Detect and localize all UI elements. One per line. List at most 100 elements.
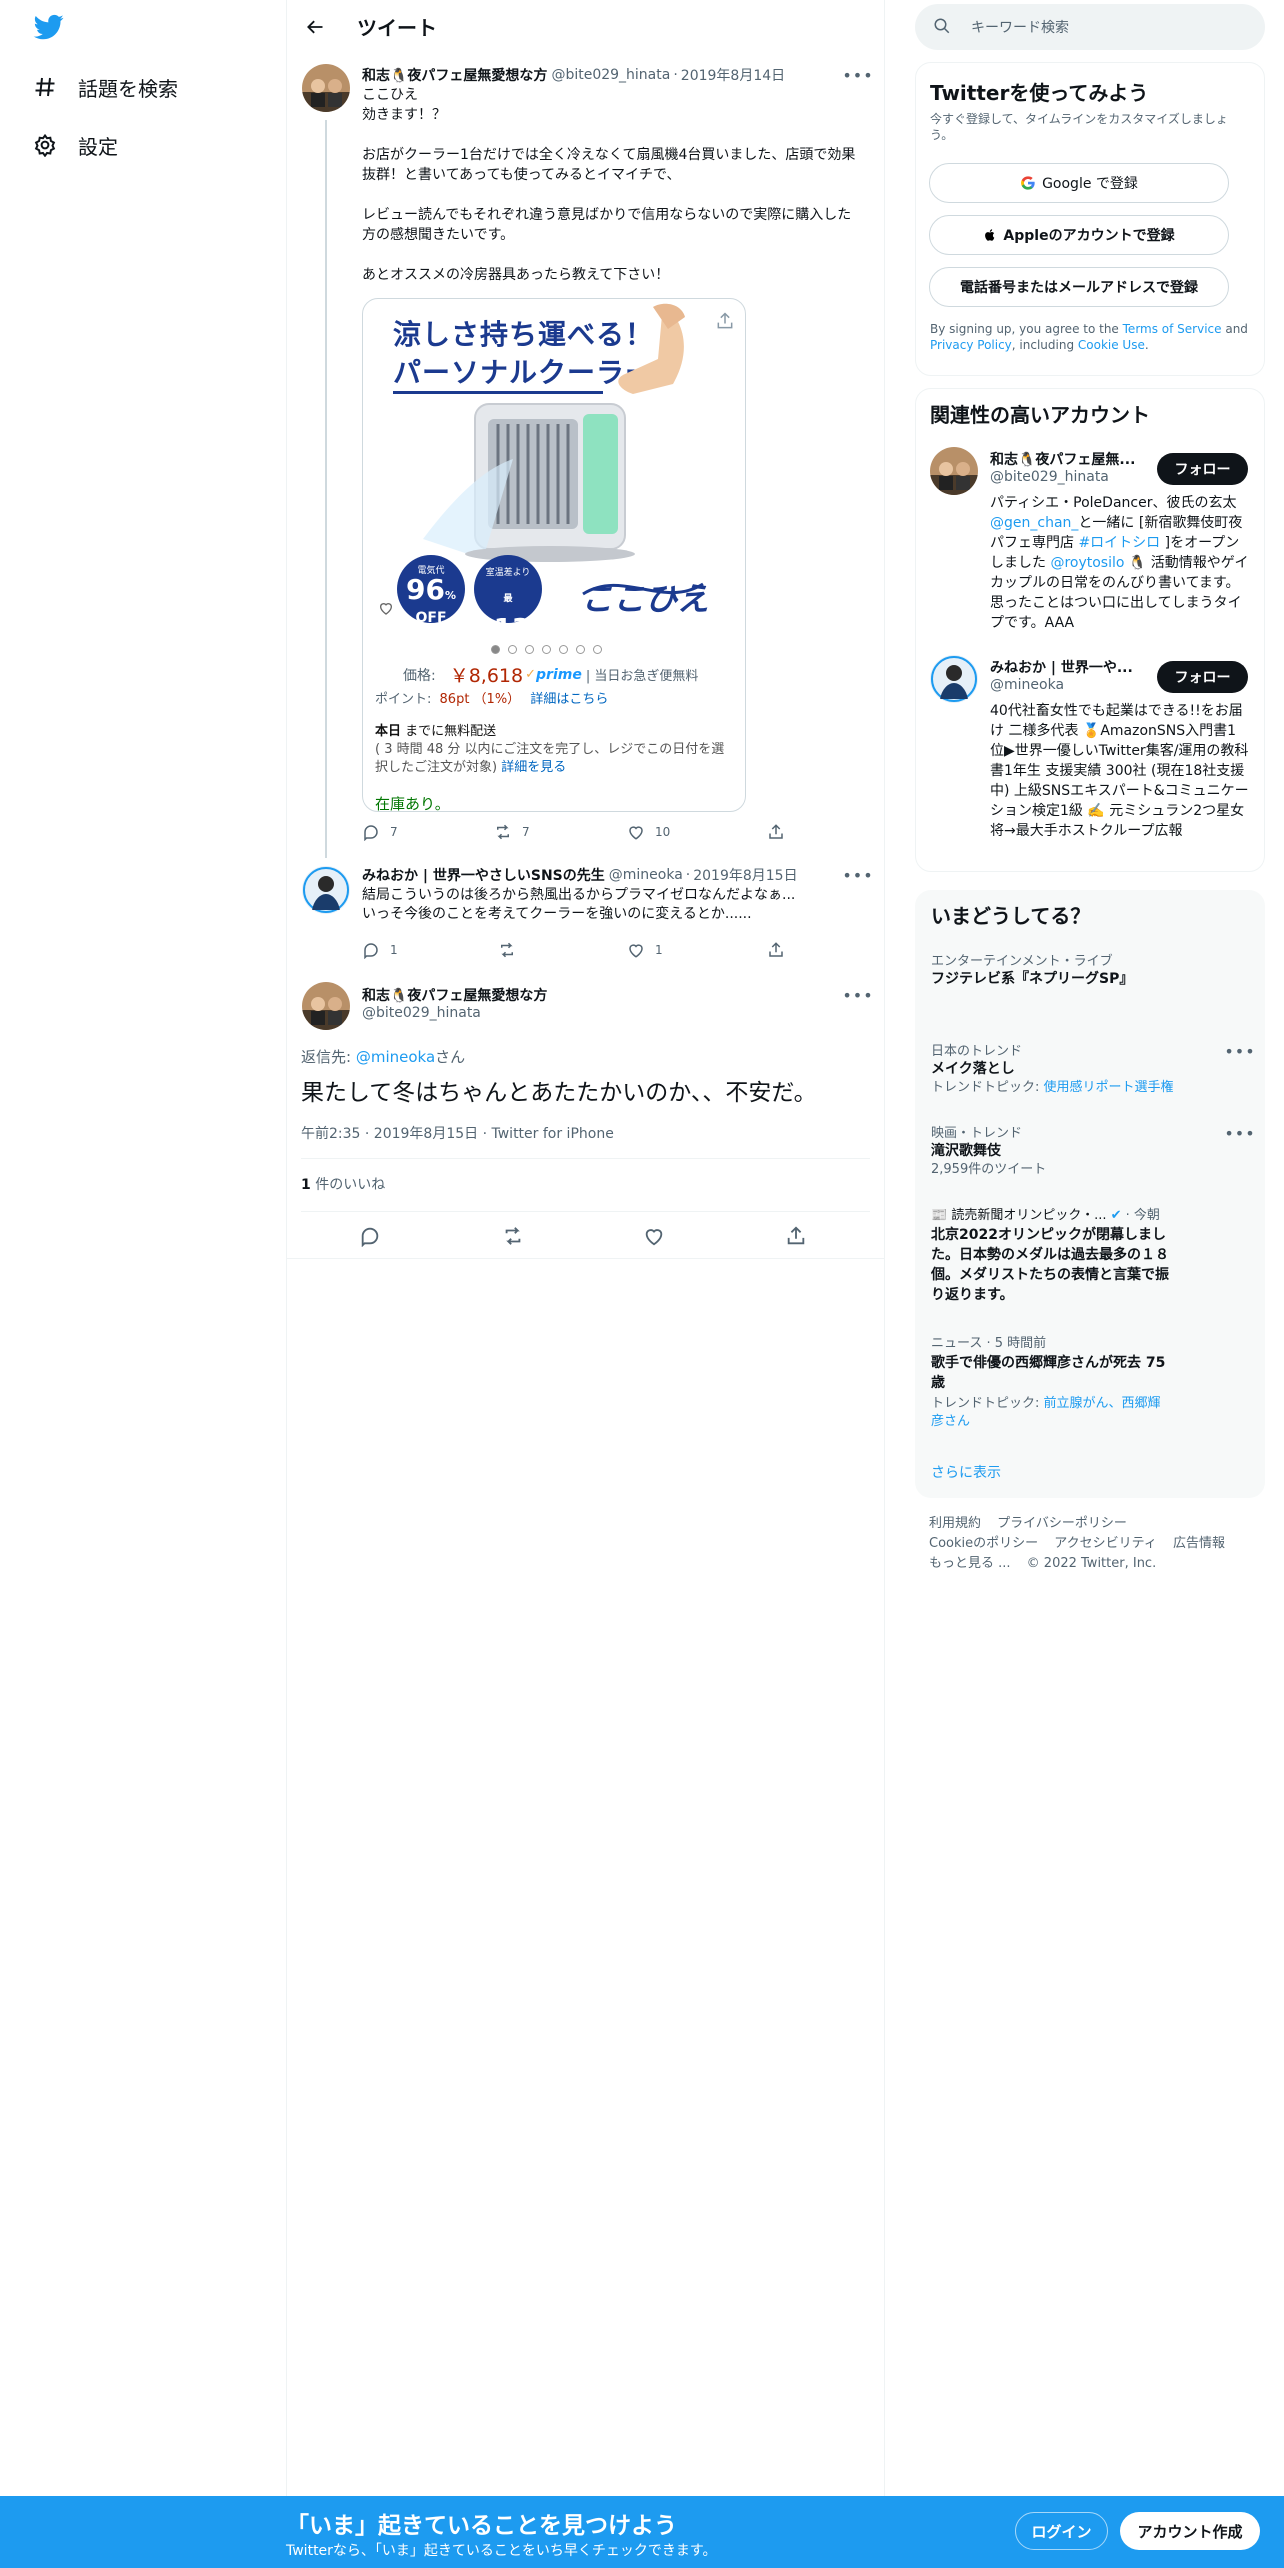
like-button[interactable]: [643, 1226, 665, 1246]
show-more-link[interactable]: さらに表示: [931, 1462, 1001, 1482]
news-source-icon: 📰: [931, 1208, 948, 1223]
verified-badge-icon: ✔: [1110, 1208, 1122, 1223]
avatar[interactable]: [930, 655, 978, 703]
search-bar[interactable]: キーワード検索: [915, 4, 1265, 50]
tweet1-author-name[interactable]: 和志🐧夜パフェ屋無愛想な方: [362, 65, 547, 85]
avatar[interactable]: [302, 64, 350, 112]
heart-icon[interactable]: [373, 595, 399, 621]
privacy-link[interactable]: Privacy Policy: [930, 338, 1012, 352]
tweet1-date[interactable]: 2019年8月14日: [681, 65, 785, 85]
tweet3-handle[interactable]: @bite029_hinata: [362, 1005, 481, 1021]
carousel-dot[interactable]: [542, 645, 551, 654]
trend-category: エンターテインメント・ライブ: [931, 954, 1113, 969]
apple-signup-button[interactable]: Appleのアカウントで登録: [929, 215, 1229, 255]
search-input[interactable]: キーワード検索: [971, 17, 1069, 37]
phone-signup-label: 電話番号またはメールアドレスで登録: [960, 280, 1198, 296]
carousel-dot[interactable]: [508, 645, 517, 654]
footer-ads-link[interactable]: 広告情報: [1173, 1536, 1225, 1551]
follow-button[interactable]: フォロー: [1157, 453, 1248, 485]
more-options-icon[interactable]: •••: [842, 866, 872, 885]
more-options-icon[interactable]: •••: [842, 986, 872, 1005]
tweet1-text: ここひえ 効きます！？ お店がクーラー1台だけでは全く冷えなくて扇風機4台買いま…: [362, 85, 862, 285]
carousel-dot[interactable]: [559, 645, 568, 654]
tweet2-author-name[interactable]: みねおか | 世界一やさしいSNSの先生: [362, 865, 605, 885]
signup-button[interactable]: アカウント作成: [1120, 2512, 1260, 2550]
hashtag-icon: [32, 74, 58, 100]
phone-signup-button[interactable]: 電話番号またはメールアドレスで登録: [929, 267, 1229, 307]
carousel-dot[interactable]: [593, 645, 602, 654]
account-name[interactable]: 和志🐧夜パフェ屋無...: [990, 449, 1140, 469]
tweet1-line: [362, 245, 862, 265]
footer-accessibility-link[interactable]: アクセシビリティ: [1054, 1536, 1157, 1551]
reply-to-prefix: 返信先:: [301, 1048, 356, 1066]
bio-hashtag-link[interactable]: #ロイトシロ: [1078, 535, 1160, 551]
google-signup-button[interactable]: Google で登録: [929, 163, 1229, 203]
carousel-dot[interactable]: [525, 645, 534, 654]
footer-terms-link[interactable]: 利用規約: [929, 1516, 981, 1531]
points-link[interactable]: 詳細はこちら: [530, 692, 608, 707]
trend-item[interactable]: 映画・トレンド 滝沢歌舞伎 2,959件のツイート •••: [931, 1122, 1255, 1179]
tweet1-line: あとオススメの冷房器具あったら教えて下さい！: [362, 267, 670, 283]
account-handle[interactable]: @bite029_hinata: [990, 469, 1109, 485]
account-name[interactable]: みねおか | 世界一や...: [990, 657, 1140, 677]
nav-explore[interactable]: 話題を検索: [32, 67, 178, 107]
twitter-logo-icon[interactable]: [32, 12, 66, 44]
nav-settings[interactable]: 設定: [32, 125, 118, 165]
cookie-link[interactable]: Cookie Use: [1078, 338, 1145, 352]
avatar[interactable]: [930, 447, 978, 495]
link-card[interactable]: 涼しさ持ち運べる！ パーソナルクーラー 電気代 96% OFF 室温差より 最大…: [362, 298, 746, 812]
trend-item[interactable]: 日本のトレンド メイク落とし トレンドトピック: 使用感リポート選手権 •••: [931, 1040, 1255, 1097]
follow-button[interactable]: フォロー: [1157, 661, 1248, 693]
back-arrow-icon[interactable]: [301, 13, 329, 41]
trend-topic-link[interactable]: 使用感リポート選手権: [1044, 1080, 1174, 1095]
avatar[interactable]: [302, 982, 350, 1030]
badge-unit: ℃: [530, 627, 544, 640]
footer-more-link[interactable]: もっと見る ...: [929, 1556, 1011, 1571]
carousel-dots[interactable]: [491, 645, 602, 654]
share-button[interactable]: [785, 1226, 807, 1246]
retweet-button[interactable]: [498, 940, 516, 960]
like-button[interactable]: 1: [627, 940, 663, 960]
footer-links: 利用規約 プライバシーポリシー Cookieのポリシー アクセシビリティ 広告情…: [929, 1514, 1249, 1574]
tweet2-handle[interactable]: @mineoka: [609, 867, 683, 883]
account-card[interactable]: 和志🐧夜パフェ屋無... @bite029_hinata フォロー パティシエ・…: [930, 447, 1260, 647]
tweet1-header: 和志🐧夜パフェ屋無愛想な方 @bite029_hinata · 2019年8月1…: [362, 65, 872, 85]
footer-cookie-link[interactable]: Cookieのポリシー: [929, 1536, 1038, 1551]
likes-summary[interactable]: 1 件のいいね: [301, 1174, 385, 1194]
carousel-dot[interactable]: [491, 645, 500, 654]
trend-category: 映画・トレンド: [931, 1126, 1023, 1141]
reply-button[interactable]: 7: [362, 822, 398, 842]
share-button[interactable]: [767, 940, 785, 960]
like-button[interactable]: 10: [627, 822, 670, 842]
bio-mention-link[interactable]: @roytosilo: [1050, 555, 1124, 571]
trend-news-item[interactable]: 📰 読売新聞オリンピック・... ✔ · 今朝 北京2022オリンピックが閉幕し…: [931, 1204, 1171, 1305]
retweet-button[interactable]: 7: [494, 822, 530, 842]
retweet-button[interactable]: [502, 1226, 524, 1246]
share-button[interactable]: [767, 822, 785, 842]
trend-item[interactable]: ニュース · 5 時間前 歌手で俳優の西郷輝彦さんが死去 75歳 トレンドトピッ…: [931, 1332, 1171, 1431]
tweet2-date[interactable]: 2019年8月15日: [693, 865, 797, 885]
ship-link[interactable]: 詳細を見る: [501, 760, 566, 775]
tweet3-author-name[interactable]: 和志🐧夜パフェ屋無愛想な方: [362, 985, 547, 1005]
bio-mention-link[interactable]: @gen_chan_: [990, 515, 1078, 531]
account-card[interactable]: みねおか | 世界一や... @mineoka フォロー 40代社畜女性でも起業…: [930, 655, 1260, 865]
terms-link[interactable]: Terms of Service: [1123, 322, 1222, 336]
points-label: ポイント:: [375, 692, 432, 707]
tweet3-meta[interactable]: 午前2:35 · 2019年8月15日 · Twitter for iPhone: [301, 1123, 614, 1143]
trend-item[interactable]: エンターテインメント・ライブ フジテレビ系『ネプリーグSP』: [931, 950, 1251, 989]
tweet1-handle[interactable]: @bite029_hinata: [551, 67, 670, 83]
divider: [287, 1258, 884, 1259]
avatar[interactable]: [302, 866, 350, 914]
reply-button[interactable]: [359, 1226, 381, 1247]
carousel-dot[interactable]: [576, 645, 585, 654]
tweet1-line: お店がクーラー1台だけでは全く冷えなくて扇風機4台買いました、店頭で効果抜群！と…: [362, 147, 856, 183]
account-handle[interactable]: @mineoka: [990, 677, 1064, 693]
more-options-icon[interactable]: •••: [1224, 1124, 1254, 1143]
more-options-icon[interactable]: •••: [1224, 1042, 1254, 1061]
reply-button[interactable]: 1: [362, 940, 398, 960]
more-options-icon[interactable]: •••: [842, 66, 872, 85]
main-column: ツイート 和志🐧夜パフェ屋無愛想な方 @bite029_hinata · 201…: [286, 0, 885, 2496]
reply-to-link[interactable]: @mineoka: [356, 1048, 435, 1066]
login-button[interactable]: ログイン: [1015, 2512, 1108, 2550]
footer-privacy-link[interactable]: プライバシーポリシー: [997, 1516, 1127, 1531]
